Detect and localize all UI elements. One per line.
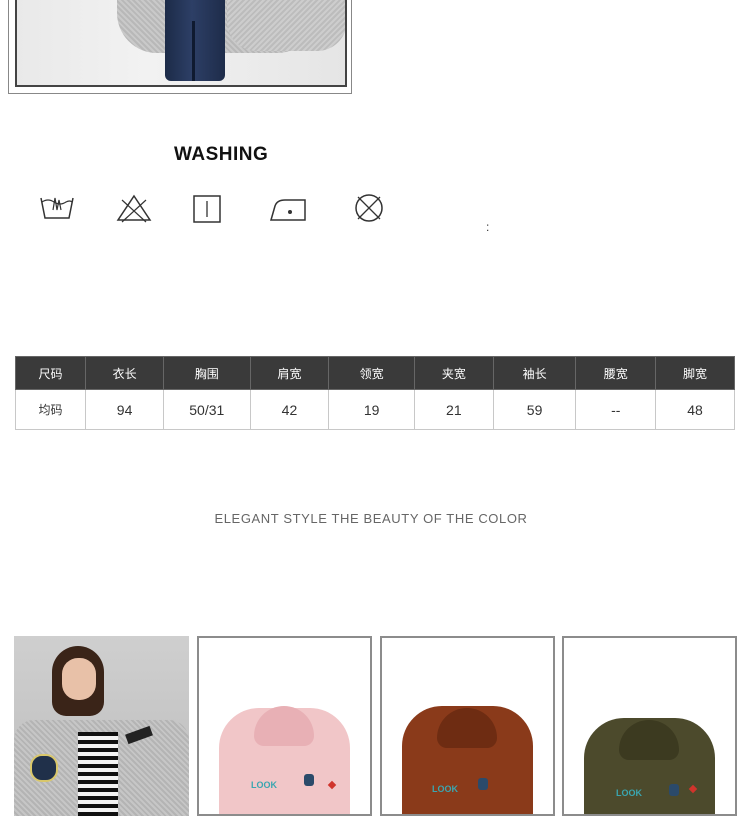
gallery-thumb-pink[interactable]: LOOK <box>197 636 372 816</box>
sweater-right <box>227 0 345 51</box>
table-cell: 19 <box>328 389 415 430</box>
top-product-photo <box>15 0 347 87</box>
badge-patch-icon <box>478 778 488 790</box>
model-face <box>62 658 96 700</box>
size-table: 尺码 衣长 胸围 肩宽 领宽 夹宽 袖长 腰宽 脚宽 均码 94 50/31 4… <box>14 356 735 430</box>
no-bleach-icon <box>116 194 152 223</box>
tumble-dry-icon <box>193 195 221 223</box>
header-cell: 脚宽 <box>655 356 735 390</box>
header-cell: 尺码 <box>14 356 87 390</box>
table-cell: 48 <box>655 389 735 430</box>
top-product-photo-frame <box>8 0 352 94</box>
striped-shirt <box>78 732 118 816</box>
tagline: ELEGANT STYLE THE BEAUTY OF THE COLOR <box>0 511 750 526</box>
table-cell: 94 <box>85 389 165 430</box>
size-table-header-row: 尺码 衣长 胸围 肩宽 领宽 夹宽 袖长 腰宽 脚宽 <box>14 356 735 390</box>
gallery-thumb-model[interactable] <box>14 636 189 816</box>
header-cell: 夹宽 <box>413 356 494 390</box>
washing-note-colon: : <box>486 220 490 234</box>
table-cell: -- <box>575 389 657 430</box>
table-cell: 50/31 <box>163 389 251 430</box>
table-cell: 42 <box>249 389 330 430</box>
table-cell: 21 <box>413 389 494 430</box>
header-cell: 肩宽 <box>249 356 330 390</box>
table-cell: 均码 <box>14 389 87 430</box>
no-dry-clean-icon <box>355 194 383 222</box>
hand-wash-icon <box>40 197 74 219</box>
badge-patch-icon <box>669 784 679 796</box>
header-cell: 袖长 <box>492 356 577 390</box>
header-cell: 领宽 <box>328 356 415 390</box>
tagline-text: ELEGANT STYLE THE BEAUTY OF THE COLOR <box>214 511 528 526</box>
jeans-gap <box>192 21 195 81</box>
badge-patch-icon <box>304 774 314 786</box>
header-cell: 腰宽 <box>575 356 657 390</box>
jeans <box>165 0 225 81</box>
badge-patch-icon <box>30 754 58 782</box>
header-cell: 衣长 <box>85 356 165 390</box>
look-patch: LOOK <box>616 788 642 798</box>
look-patch: LOOK <box>432 784 458 794</box>
gallery-thumb-brown[interactable]: LOOK <box>380 636 555 816</box>
washing-title: WASHING <box>174 144 269 165</box>
table-row: 均码 94 50/31 42 19 21 59 -- 48 <box>14 389 735 430</box>
table-cell: 59 <box>492 389 577 430</box>
header-cell: 胸围 <box>163 356 251 390</box>
gallery-thumb-olive[interactable]: LOOK <box>562 636 737 816</box>
look-patch: LOOK <box>251 780 277 790</box>
iron-low-icon <box>270 199 306 221</box>
